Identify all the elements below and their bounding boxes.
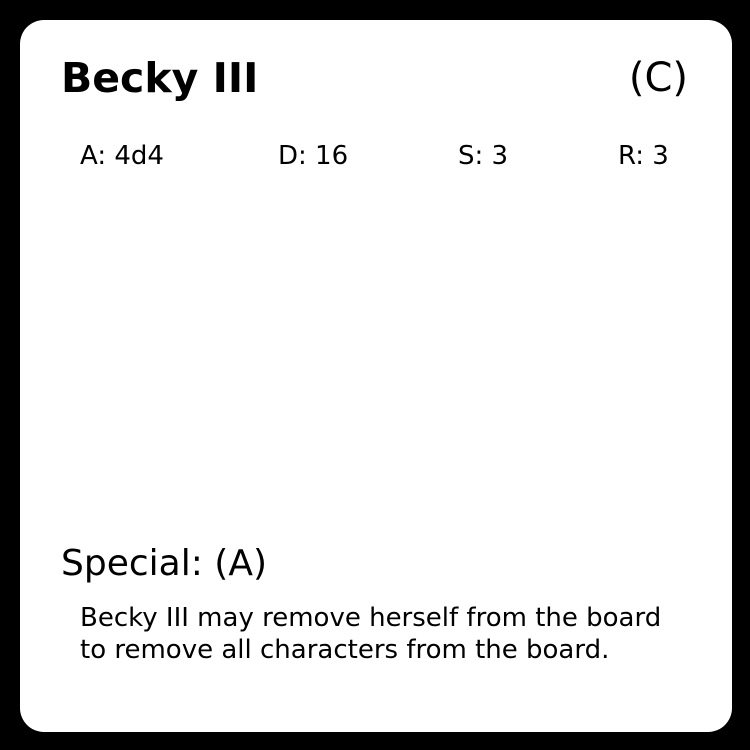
card-name: Becky III <box>61 54 259 102</box>
stat-defense: D: 16 <box>278 141 349 171</box>
special-description: Becky III may remove herself from the bo… <box>80 603 662 665</box>
stat-speed: S: 3 <box>458 141 509 171</box>
character-card: Becky III (C) A: 4d4 D: 16 S: 3 R: 3 Spe… <box>20 20 732 732</box>
card-rarity: (C) <box>628 55 688 101</box>
stat-range: R: 3 <box>618 141 669 171</box>
special-heading: Special: (A) <box>61 543 267 584</box>
stat-attack: A: 4d4 <box>80 141 164 171</box>
